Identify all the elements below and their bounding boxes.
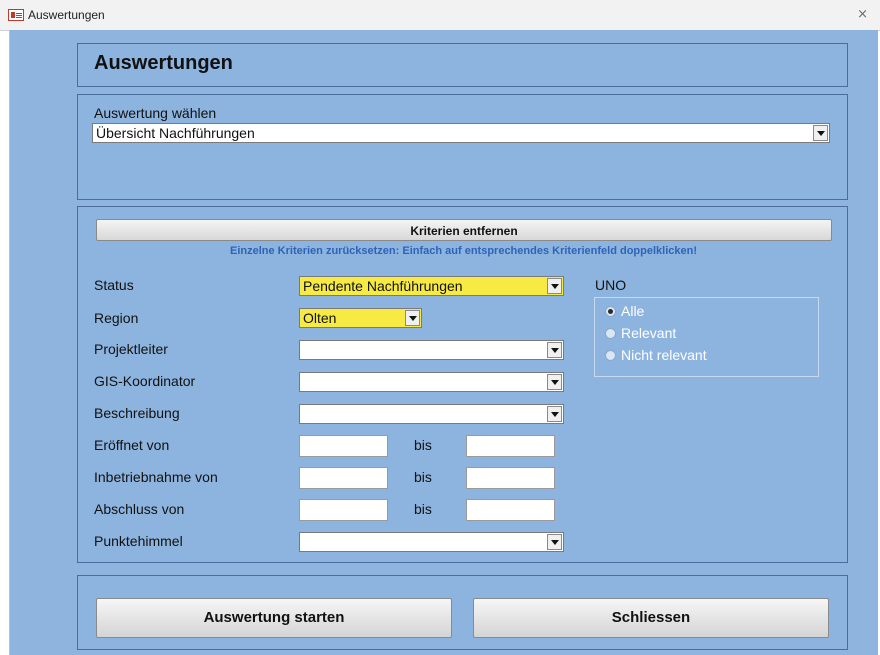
header-panel: Auswertungen	[77, 43, 848, 87]
title-bar: Auswertungen ⨯	[0, 0, 880, 31]
abschluss-label: Abschluss von	[94, 501, 185, 517]
eroeffnet-to-field[interactable]	[466, 435, 555, 457]
chevron-down-icon[interactable]	[547, 342, 562, 358]
inbetriebnahme-bis-label: bis	[414, 469, 432, 485]
form-body: Auswertungen Auswertung wählen Übersicht…	[9, 30, 878, 655]
uno-option-group: Alle Relevant Nicht relevant	[594, 297, 819, 377]
radio-selected-icon[interactable]	[605, 305, 616, 317]
chevron-down-icon[interactable]	[547, 374, 562, 390]
gis-select[interactable]	[299, 372, 564, 392]
chevron-down-icon[interactable]	[405, 310, 420, 326]
report-select-value: Übersicht Nachführungen	[96, 125, 255, 141]
window-title: Auswertungen	[28, 8, 105, 22]
inbetriebnahme-from-field[interactable]	[299, 467, 388, 489]
region-value: Olten	[303, 310, 337, 326]
punktehimmel-label: Punktehimmel	[94, 533, 183, 549]
report-select-panel: Auswertung wählen Übersicht Nachführunge…	[77, 94, 848, 200]
uno-option-nicht-relevant[interactable]: Nicht relevant	[605, 347, 707, 363]
form-icon	[8, 9, 24, 21]
uno-option-alle[interactable]: Alle	[605, 303, 644, 319]
radio-icon[interactable]	[605, 349, 616, 361]
eroeffnet-from-field[interactable]	[299, 435, 388, 457]
report-select[interactable]: Übersicht Nachführungen	[92, 123, 830, 143]
criteria-panel: Kriterien entfernen Einzelne Kriterien z…	[77, 206, 848, 563]
status-label: Status	[94, 277, 134, 293]
criteria-hint: Einzelne Kriterien zurücksetzen: Einfach…	[229, 245, 697, 257]
close-icon[interactable]: ⨯	[857, 6, 868, 22]
chevron-down-icon[interactable]	[547, 278, 562, 294]
chevron-down-icon[interactable]	[547, 406, 562, 422]
status-value: Pendente Nachführungen	[303, 278, 463, 294]
region-label: Region	[94, 310, 139, 326]
projektleiter-label: Projektleiter	[94, 341, 168, 357]
remove-criteria-button[interactable]: Kriterien entfernen	[96, 219, 832, 241]
start-report-button[interactable]: Auswertung starten	[96, 598, 452, 638]
report-select-label: Auswertung wählen	[94, 105, 217, 121]
beschreibung-label: Beschreibung	[94, 405, 180, 421]
eroeffnet-label: Eröffnet von	[94, 437, 170, 453]
uno-option-relevant[interactable]: Relevant	[605, 325, 676, 341]
inbetriebnahme-to-field[interactable]	[466, 467, 555, 489]
chevron-down-icon[interactable]	[547, 534, 562, 550]
uno-label: UNO	[595, 277, 627, 293]
gis-label: GIS-Koordinator	[94, 373, 196, 389]
chevron-down-icon[interactable]	[813, 125, 828, 141]
region-select[interactable]: Olten	[299, 308, 422, 328]
inbetriebnahme-label: Inbetriebnahme von	[94, 469, 218, 485]
abschluss-to-field[interactable]	[466, 499, 555, 521]
uno-option-label: Relevant	[621, 325, 677, 341]
uno-option-label: Alle	[621, 303, 645, 319]
status-select[interactable]: Pendente Nachführungen	[299, 276, 564, 296]
radio-icon[interactable]	[605, 327, 616, 339]
punktehimmel-select[interactable]	[299, 532, 564, 552]
uno-option-label: Nicht relevant	[621, 347, 707, 363]
footer-panel: Auswertung starten Schliessen	[77, 575, 848, 650]
abschluss-bis-label: bis	[414, 501, 432, 517]
projektleiter-select[interactable]	[299, 340, 564, 360]
abschluss-from-field[interactable]	[299, 499, 388, 521]
page-title: Auswertungen	[94, 52, 233, 74]
beschreibung-select[interactable]	[299, 404, 564, 424]
close-button[interactable]: Schliessen	[473, 598, 829, 638]
eroeffnet-bis-label: bis	[414, 437, 432, 453]
